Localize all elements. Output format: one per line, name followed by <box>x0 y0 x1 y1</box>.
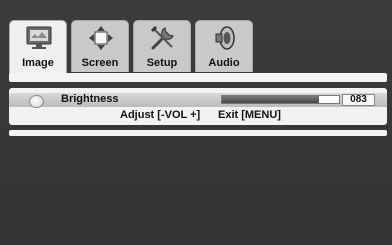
osd-screen: Image Screen Setup Audio Brightness 083 … <box>0 0 392 245</box>
brightness-slider[interactable] <box>221 95 340 104</box>
tab-image[interactable]: Image <box>9 20 67 74</box>
exit-hint: Exit [MENU] <box>218 109 281 121</box>
menu-top-bar <box>9 73 387 82</box>
brightness-label: Brightness <box>61 93 119 105</box>
selection-indicator <box>29 95 44 108</box>
tab-screen-label: Screen <box>81 57 119 69</box>
tab-setup[interactable]: Setup <box>133 20 191 72</box>
speaker-icon <box>215 26 235 50</box>
tab-audio-label: Audio <box>208 57 240 69</box>
monitor-icon <box>26 26 52 49</box>
tab-screen[interactable]: Screen <box>71 20 129 72</box>
menu-bottom-bar <box>9 130 387 136</box>
tab-image-label: Image <box>22 57 54 69</box>
tab-audio[interactable]: Audio <box>195 20 253 72</box>
tools-icon <box>150 25 174 50</box>
brightness-slider-fill <box>222 96 320 103</box>
tab-bar: Image Screen Setup Audio <box>9 20 253 74</box>
settings-panel: Brightness 083 Adjust [-VOL +] Exit [MEN… <box>9 88 387 125</box>
adjust-hint: Adjust [-VOL +] <box>120 109 201 121</box>
tab-setup-label: Setup <box>146 57 178 69</box>
screen-position-icon <box>89 26 113 50</box>
brightness-value: 083 <box>342 94 375 106</box>
